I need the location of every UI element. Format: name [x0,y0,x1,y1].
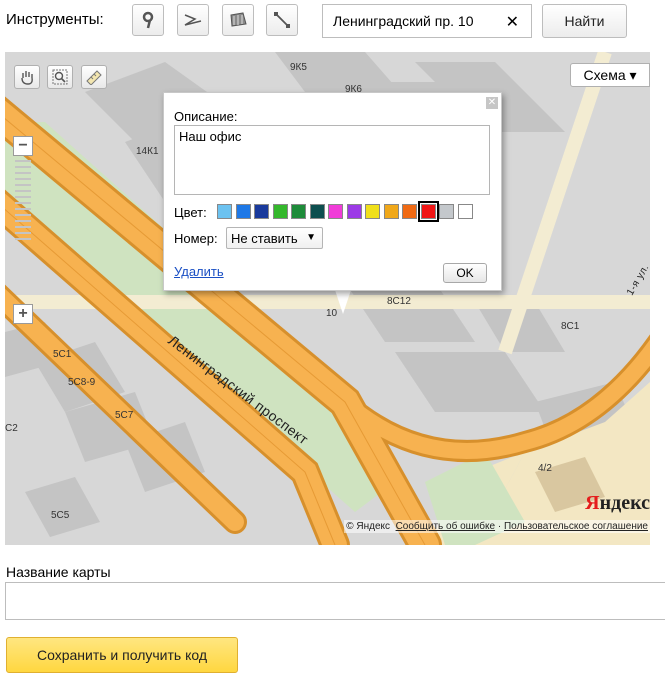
building-label: 5С8-9 [68,377,96,388]
hand-icon [21,71,33,85]
zoom-in-button[interactable]: + [13,304,33,324]
color-swatch[interactable] [457,204,473,219]
report-error-link[interactable]: Сообщить об ошибке [396,521,495,532]
building-label: 4/2 [538,463,552,474]
building-label: 8С12 [387,296,411,307]
zoom-out-button[interactable]: − [13,136,33,156]
description-label: Описание: [174,109,238,124]
placemark-icon [142,11,154,29]
building-label: 5С7 [115,410,134,421]
zoom-slider[interactable] [13,156,33,298]
map-name-label: Название карты [6,564,111,580]
color-swatch[interactable] [309,204,325,219]
ruler-line-tool-button[interactable] [266,4,298,36]
attribution-separator: · [497,521,502,532]
color-swatch[interactable] [365,204,380,219]
color-swatch[interactable] [291,204,306,219]
color-swatch[interactable] [254,204,269,219]
map-name-input[interactable] [5,582,665,620]
building-label: 5С5 [51,510,70,521]
ruler-icon [86,70,102,85]
building-label: 14К1 [136,146,159,157]
color-swatch[interactable] [217,204,232,219]
chevron-down-icon: ▼ [306,232,316,243]
color-swatch[interactable] [328,204,343,219]
color-swatch[interactable] [439,204,454,219]
color-label: Цвет: [174,205,207,220]
polygon-tool-button[interactable] [222,4,254,36]
number-select[interactable]: Не ставить ▼ [226,227,323,249]
copyright-text: © Яндекс [346,521,391,532]
user-agreement-link[interactable]: Пользовательское соглашение [504,521,648,532]
zoom-area-tool[interactable] [47,65,73,89]
find-button[interactable]: Найти [542,4,627,38]
drag-map-tool[interactable] [14,65,40,89]
ok-button[interactable]: OK [443,263,487,283]
ruler-tool[interactable] [81,65,107,89]
map-attribution: © Яндекс Сообщить об ошибке · Пользовате… [344,520,650,533]
number-label: Номер: [174,231,218,246]
building-label: С2 [5,423,18,434]
line-icon [274,12,290,28]
color-swatch[interactable] [383,204,399,219]
magnifier-icon [52,69,68,85]
color-swatch[interactable] [346,204,362,219]
description-textarea[interactable]: Наш офис [174,125,490,195]
placemark-edit-popup: ✕ Описание: Наш офис Цвет: Номер: Не ста… [163,92,502,291]
clear-search-icon[interactable]: ✕ [506,12,519,32]
delete-link[interactable]: Удалить [174,264,224,279]
number-select-value: Не ставить [231,230,298,246]
search-value: Ленинградский пр. 10 [333,13,474,29]
search-input[interactable]: Ленинградский пр. 10 ✕ [322,4,532,38]
building-label: 5С1 [53,349,72,360]
popup-pointer [335,290,351,314]
building-label: 8С1 [561,321,580,332]
yandex-logo: Яндекс [585,492,650,514]
polygon-icon [230,12,247,27]
placemark-tool-button[interactable] [132,4,164,36]
color-swatch[interactable] [272,204,288,219]
polyline-tool-button[interactable] [177,4,209,36]
close-icon[interactable]: ✕ [486,97,498,109]
color-swatch[interactable] [402,204,417,219]
color-swatch[interactable] [235,204,251,219]
polyline-icon [184,14,202,26]
color-swatch[interactable] [417,201,439,222]
building-label: 9К5 [290,62,307,73]
map-layer-dropdown[interactable]: Схема ▾ [570,63,650,87]
save-and-get-code-button[interactable]: Сохранить и получить код [6,637,238,673]
tools-label: Инструменты: [6,11,104,28]
